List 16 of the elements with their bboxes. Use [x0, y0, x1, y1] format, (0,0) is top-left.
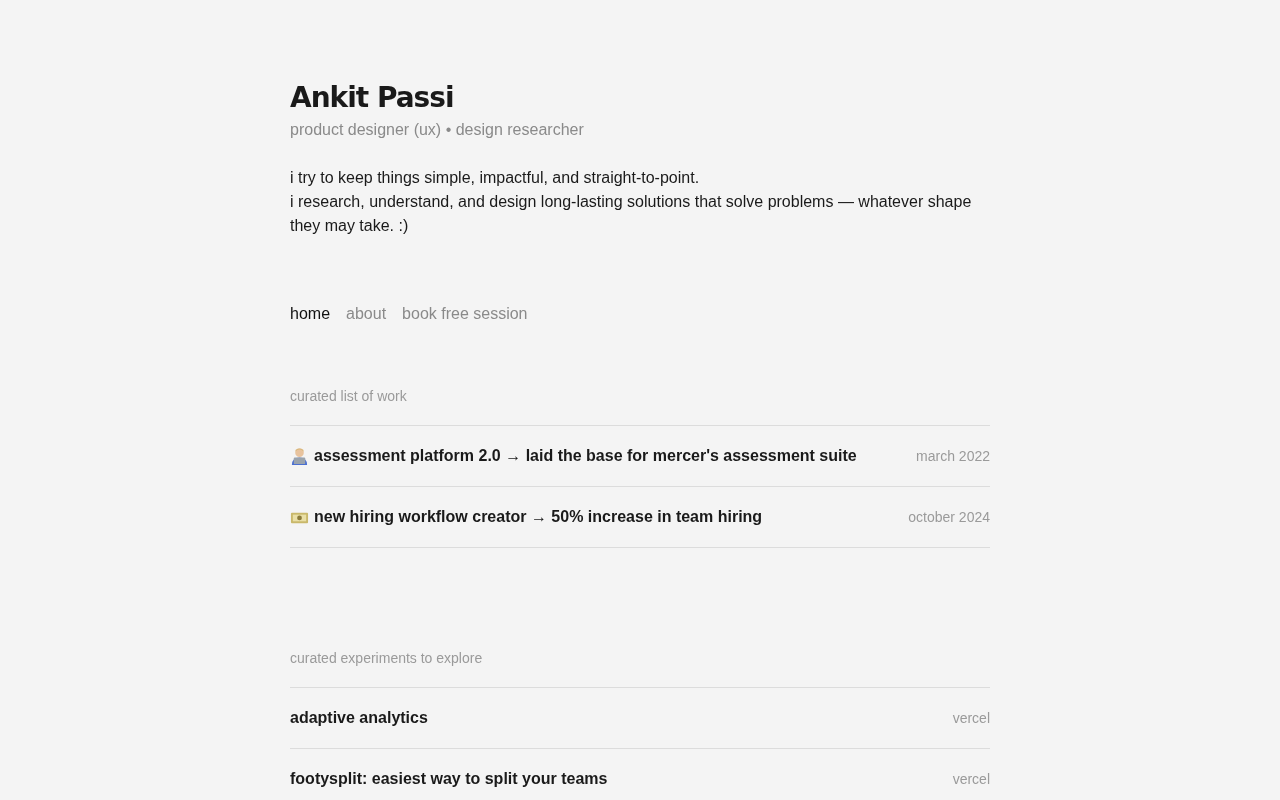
- section-heading: curated experiments to explore: [290, 648, 990, 688]
- work-link[interactable]: new hiring workflow creator → 50% increase in team hiring: [314, 508, 763, 526]
- section-heading: curated list of work: [290, 386, 990, 426]
- intro-text: i try to keep things simple, impactful, and straight-to-point.: [290, 168, 701, 188]
- item-meta: october 2024: [908, 509, 990, 525]
- work-link[interactable]: adaptive analytics: [290, 709, 428, 727]
- work-link[interactable]: footysplit: easiest way to split your teams: [290, 770, 608, 788]
- item-meta: vercel: [952, 771, 990, 787]
- tagline: product designer (ux) • design researcher: [290, 120, 585, 140]
- item-meta: vercel: [952, 710, 990, 726]
- item-meta: march 2022: [916, 448, 990, 464]
- person-laptop-icon: [290, 446, 309, 466]
- intro-text: i research, understand, and design long-lasting solutions that solve problems — whatever shape they may take. :): [290, 192, 973, 236]
- name-heading: Ankit Passi: [290, 80, 455, 116]
- work-link[interactable]: assessment platform 2.0 → laid the base for mercer's assessment suite: [314, 447, 857, 465]
- nav-link[interactable]: home: [290, 302, 331, 326]
